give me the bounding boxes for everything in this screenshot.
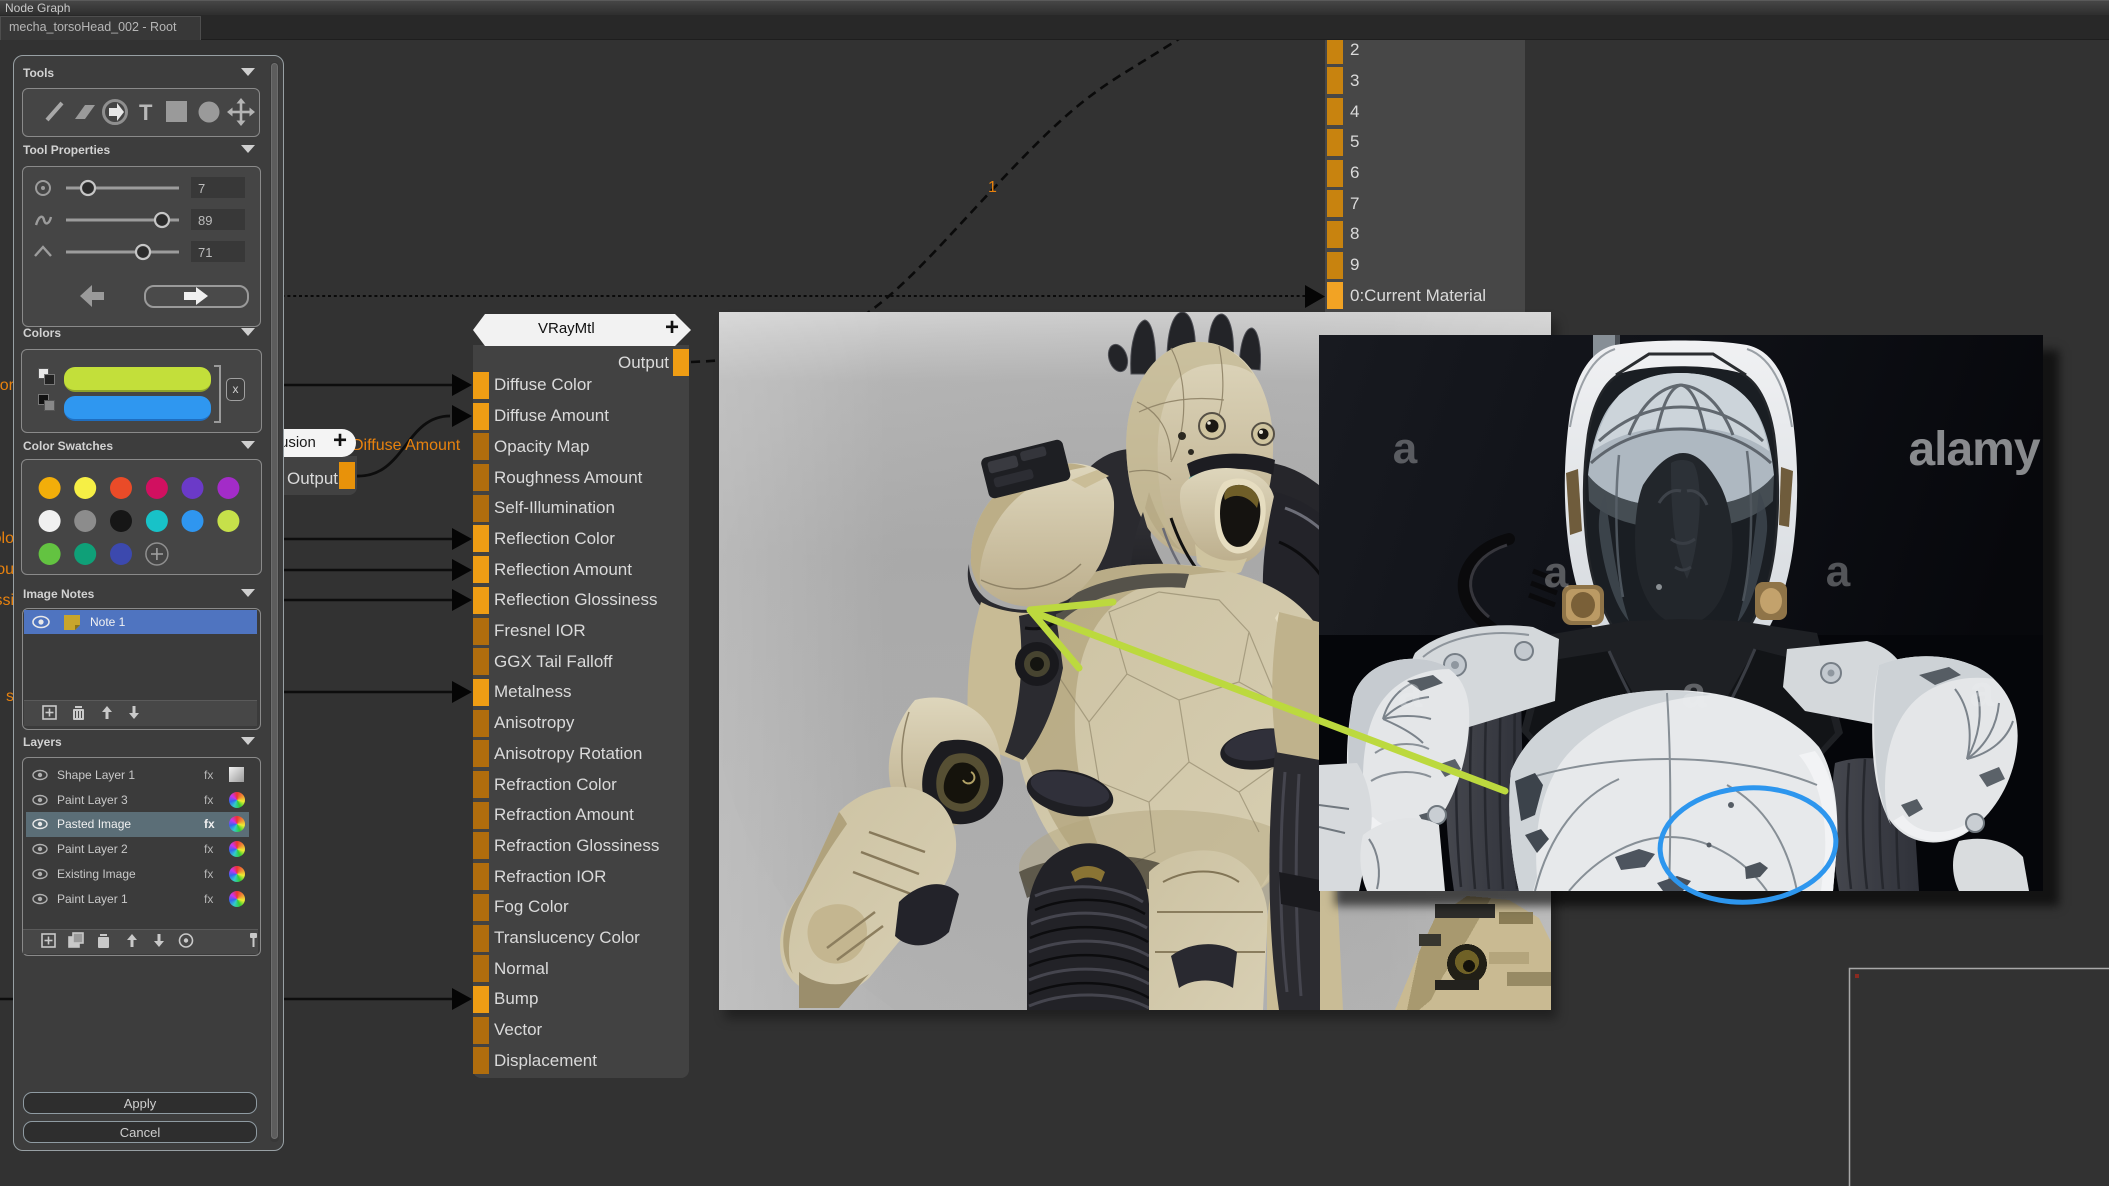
svg-text:T: T bbox=[139, 100, 153, 125]
svg-text:7: 7 bbox=[198, 181, 205, 196]
svg-text:71: 71 bbox=[198, 245, 212, 260]
svg-text:89: 89 bbox=[198, 213, 212, 228]
